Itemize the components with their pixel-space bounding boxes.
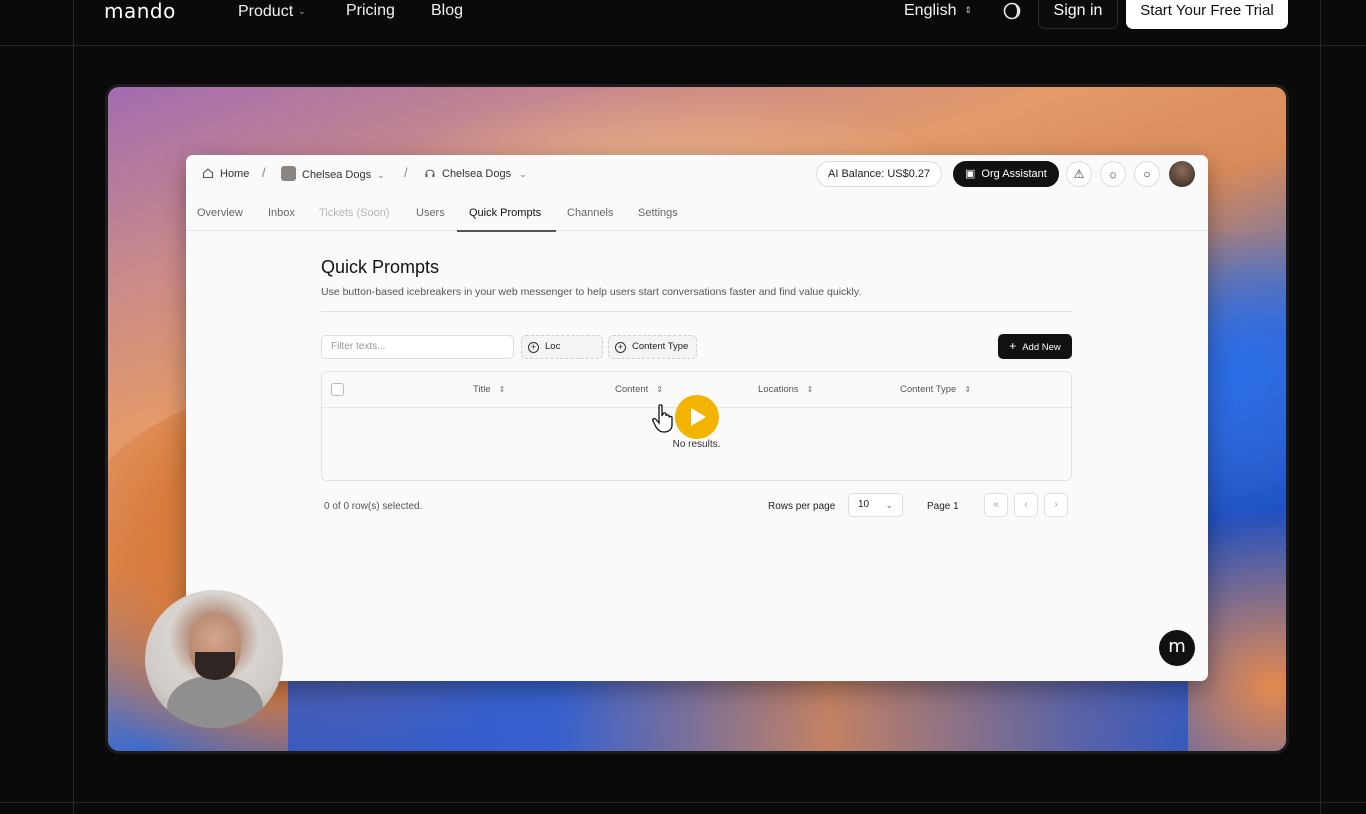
notification-bell-icon[interactable]: ⚠ bbox=[1066, 161, 1092, 187]
rows-per-page-value: 10 bbox=[858, 499, 870, 510]
page-subtitle: Use button-based icebreakers in your web… bbox=[321, 286, 862, 298]
add-new-button[interactable]: + Add New bbox=[998, 334, 1072, 359]
chevron-down-icon: ⌄ bbox=[885, 500, 893, 510]
chat-icon[interactable]: ○ bbox=[1134, 161, 1160, 187]
page-title: Quick Prompts bbox=[321, 257, 440, 277]
hand-cursor-icon bbox=[652, 404, 673, 433]
sun-icon[interactable]: ☼ bbox=[1100, 161, 1126, 187]
breadcrumb-separator: / bbox=[404, 165, 408, 180]
sort-icon: ⇕ bbox=[656, 385, 663, 394]
breadcrumb-home-label: Home bbox=[220, 168, 250, 180]
filter-input[interactable]: Filter texts... bbox=[321, 335, 514, 359]
top-nav: mando Product ⌄ Pricing Blog English ⇕ Sig… bbox=[0, 0, 1366, 46]
grid-line bbox=[1320, 0, 1321, 814]
column-content-type[interactable]: Content Type ⇕ bbox=[900, 384, 971, 396]
page: mando Product ⌄ Pricing Blog English ⇕ Sig… bbox=[0, 0, 1366, 814]
breadcrumb-separator: / bbox=[262, 165, 266, 180]
sign-in-button[interactable]: Sign in bbox=[1038, 0, 1118, 29]
chevron-down-icon: ⌄ bbox=[519, 169, 527, 179]
video-frame: Home / Chelsea Dogs ⌄ / Chelsea Dogs ⌄ AI … bbox=[105, 84, 1289, 754]
column-content-label: Content bbox=[615, 384, 649, 395]
tab-inbox[interactable]: Inbox bbox=[268, 206, 295, 220]
rows-per-page-select[interactable]: 10 ⌄ bbox=[848, 493, 903, 517]
presenter-webcam bbox=[145, 590, 283, 728]
grid-line bbox=[73, 0, 74, 814]
divider bbox=[321, 311, 1072, 312]
language-select[interactable]: English ⇕ bbox=[904, 0, 972, 22]
breadcrumb-home[interactable]: Home bbox=[202, 166, 249, 182]
ai-balance-badge: AI Balance: US$0.27 bbox=[816, 161, 943, 187]
content-type-filter-label: Content Type bbox=[632, 341, 689, 352]
nav-product[interactable]: Product ⌄ bbox=[238, 0, 306, 23]
active-tab-indicator bbox=[457, 230, 556, 232]
breadcrumb-org[interactable]: Chelsea Dogs ⌄ bbox=[281, 166, 385, 183]
org-assistant-button[interactable]: ▣ Org Assistant bbox=[953, 161, 1059, 187]
tab-overview[interactable]: Overview bbox=[197, 206, 243, 220]
chevron-down-icon: ⌄ bbox=[377, 170, 385, 180]
breadcrumb-channel-label: Chelsea Dogs bbox=[442, 168, 512, 180]
demo-video[interactable]: Home / Chelsea Dogs ⌄ / Chelsea Dogs ⌄ AI … bbox=[108, 87, 1286, 751]
plus-circle-icon: + bbox=[528, 342, 539, 353]
prev-page-button[interactable]: ‹ bbox=[1014, 493, 1038, 517]
tab-bar: Overview Inbox Tickets (Soon) Users Quic… bbox=[186, 193, 1208, 232]
headset-icon bbox=[425, 169, 435, 177]
prompts-table: Title ⇕ Content ⇕ Locations ⇕ Content Type ⇕… bbox=[321, 371, 1072, 481]
tab-channels[interactable]: Channels bbox=[567, 206, 613, 220]
tab-users[interactable]: Users bbox=[416, 206, 445, 220]
theme-toggle-icon[interactable] bbox=[1003, 2, 1021, 20]
add-new-label: Add New bbox=[1022, 342, 1061, 353]
no-results-text: No results. bbox=[672, 439, 721, 450]
grid-line bbox=[0, 802, 1366, 803]
column-content-type-label: Content Type bbox=[900, 384, 957, 395]
app-header: Home / Chelsea Dogs ⌄ / Chelsea Dogs ⌄ AI … bbox=[186, 155, 1208, 193]
column-locations-label: Locations bbox=[758, 384, 799, 395]
user-avatar[interactable] bbox=[1169, 161, 1195, 187]
first-page-button[interactable]: « bbox=[984, 493, 1008, 517]
app-window: Home / Chelsea Dogs ⌄ / Chelsea Dogs ⌄ AI … bbox=[186, 155, 1208, 681]
column-title-label: Title bbox=[473, 384, 491, 395]
org-assistant-label: Org Assistant bbox=[981, 168, 1047, 180]
breadcrumb-channel[interactable]: Chelsea Dogs ⌄ bbox=[424, 166, 527, 182]
nav-product-label: Product bbox=[238, 3, 294, 20]
play-icon[interactable] bbox=[675, 395, 719, 439]
sort-icon: ⇕ bbox=[964, 385, 972, 394]
free-trial-button[interactable]: Start Your Free Trial bbox=[1126, 0, 1288, 29]
locations-filter-button[interactable]: + Loc bbox=[521, 335, 604, 359]
select-all-checkbox[interactable] bbox=[331, 383, 344, 396]
tab-tickets: Tickets (Soon) bbox=[319, 207, 390, 219]
breadcrumb-org-label: Chelsea Dogs bbox=[302, 169, 372, 181]
nav-blog[interactable]: Blog bbox=[431, 0, 463, 22]
org-avatar-icon bbox=[281, 166, 296, 181]
plus-circle-icon: + bbox=[615, 342, 626, 353]
sort-icon: ⇕ bbox=[498, 385, 506, 394]
tab-quick-prompts[interactable]: Quick Prompts bbox=[469, 206, 541, 220]
column-title[interactable]: Title ⇕ bbox=[473, 384, 505, 396]
chevron-updown-icon: ⇕ bbox=[964, 5, 973, 15]
presenter-beard bbox=[195, 652, 235, 680]
chevron-down-icon: ⌄ bbox=[298, 6, 306, 16]
sort-icon: ⇕ bbox=[806, 385, 814, 394]
messenger-launcher-icon[interactable]: m bbox=[1159, 630, 1195, 666]
nav-pricing[interactable]: Pricing bbox=[346, 0, 395, 22]
robot-icon: ▣ bbox=[965, 168, 976, 180]
rows-per-page-label: Rows per page bbox=[768, 501, 836, 512]
next-page-button[interactable]: › bbox=[1044, 493, 1068, 517]
column-content[interactable]: Content ⇕ bbox=[615, 384, 663, 396]
page-indicator: Page 1 bbox=[927, 501, 959, 512]
content-type-filter-button[interactable]: + Content Type bbox=[608, 335, 698, 359]
mando-logo[interactable]: mando bbox=[104, 0, 176, 24]
locations-filter-label: Loc bbox=[545, 341, 561, 352]
selection-count: 0 of 0 row(s) selected. bbox=[324, 501, 423, 512]
column-locations[interactable]: Locations ⇕ bbox=[758, 384, 813, 396]
plus-icon: + bbox=[1009, 339, 1017, 353]
presenter-body bbox=[167, 676, 263, 728]
home-icon bbox=[202, 168, 214, 179]
tab-settings[interactable]: Settings bbox=[638, 206, 678, 220]
main-content: Quick Prompts Use button-based icebreake… bbox=[321, 255, 1072, 517]
language-label: English bbox=[904, 2, 957, 19]
